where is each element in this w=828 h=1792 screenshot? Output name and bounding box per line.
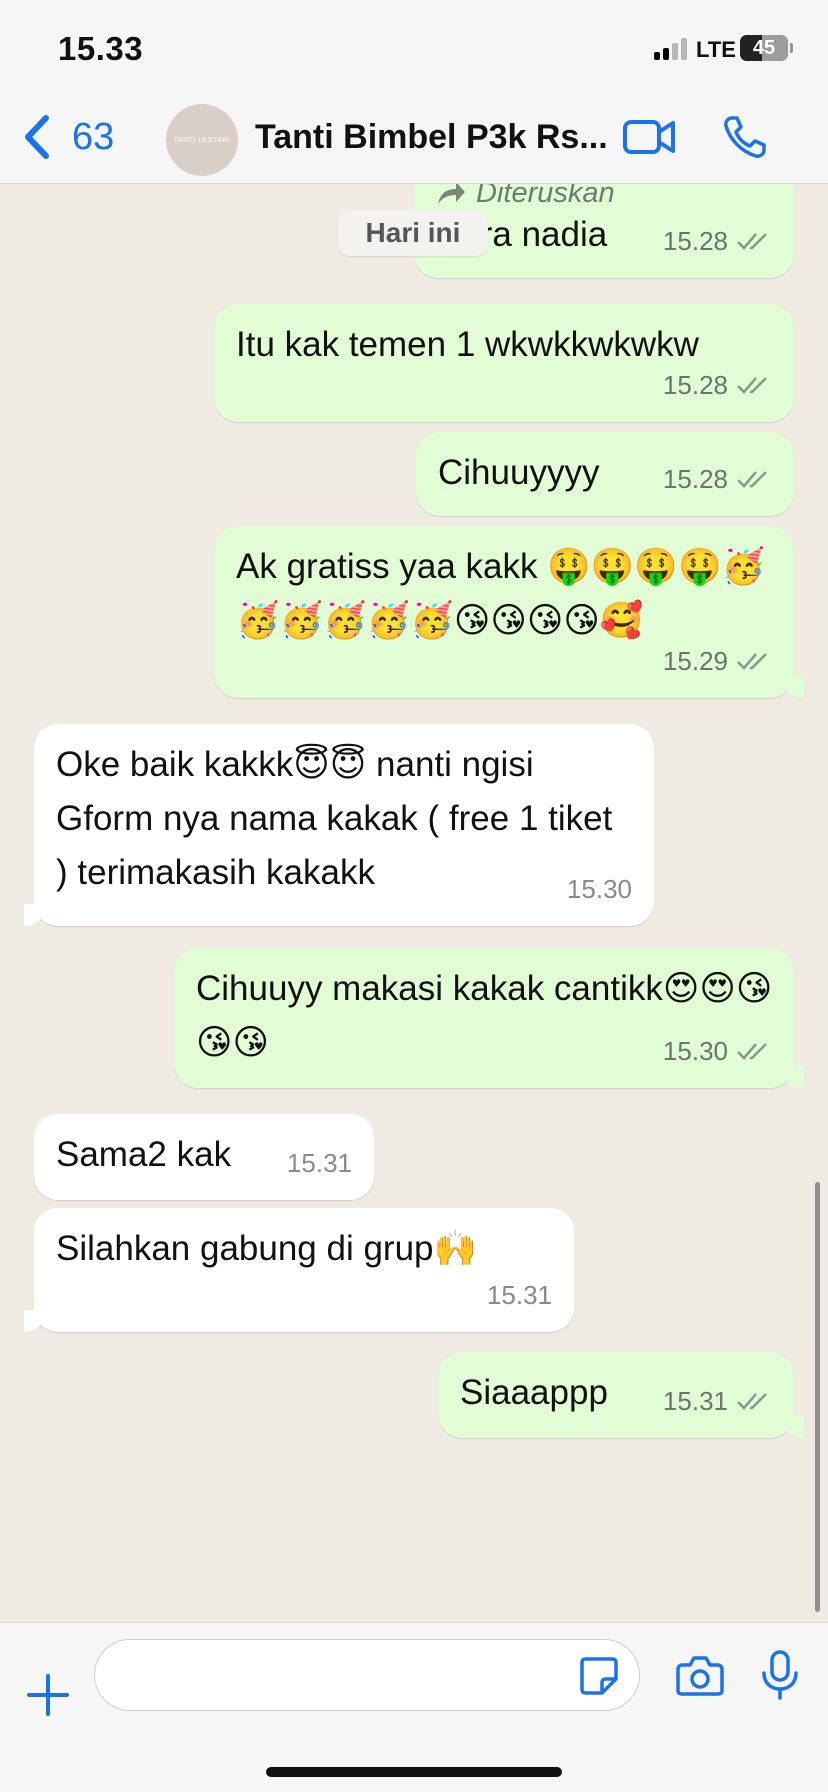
chat-messages[interactable]: Diteruskan Dera nadia 15.28 Hari ini Itu… (0, 184, 828, 1622)
video-call-icon[interactable] (622, 116, 676, 158)
forward-arrow-icon (438, 184, 465, 204)
read-ticks-icon (737, 1393, 767, 1410)
chat-header: 63 TANTI LESTARI Tanti Bimbel P3k Rs... (0, 94, 828, 184)
message-bubble-incoming[interactable]: Silahkan gabung di grup🙌 15.31 (24, 1208, 574, 1332)
plus-icon[interactable] (26, 1673, 70, 1717)
read-ticks-icon (737, 377, 767, 394)
message-bubble-outgoing[interactable]: Ak gratiss yaa kakk 🤑🤑🤑🤑🥳🥳🥳🥳🥳🥳😘😘😘😘🥰 15.2… (214, 526, 804, 698)
microphone-icon[interactable] (760, 1649, 800, 1701)
message-time: 15.30 (662, 1036, 728, 1066)
battery-level: 45 (752, 37, 776, 59)
message-text: Silahkan gabung di grup🙌 (56, 1229, 478, 1268)
camera-icon[interactable] (676, 1653, 724, 1697)
message-time: 15.31 (286, 1148, 352, 1178)
signal-strength-icon (654, 36, 690, 60)
message-meta: 15.28 (663, 358, 772, 412)
message-meta: 15.31 (287, 1136, 352, 1190)
message-meta: 15.31 (663, 1374, 772, 1428)
message-time: 15.30 (566, 874, 632, 904)
message-bubble-incoming[interactable]: Oke baik kakkk😇😇 nanti ngisi Gform nya n… (24, 724, 654, 926)
message-meta: 15.28 (663, 214, 772, 268)
message-time: 15.29 (662, 646, 728, 676)
back-button[interactable]: 63 (20, 112, 114, 162)
home-indicator[interactable] (266, 1767, 562, 1777)
date-chip: Hari ini (338, 210, 488, 256)
message-meta: 15.28 (663, 452, 772, 506)
message-time: 15.31 (662, 1386, 728, 1416)
network-type: LTE (696, 37, 736, 62)
message-bubble-outgoing[interactable]: Cihuuyyyy 15.28 (416, 432, 794, 516)
message-meta: 15.30 (567, 862, 632, 916)
avatar-text: TANTI LESTARI (173, 136, 231, 144)
chat-title[interactable]: Tanti Bimbel P3k Rs... (255, 118, 615, 157)
message-bubble-outgoing[interactable]: Siaaappp 15.31 (438, 1352, 804, 1438)
scrollbar[interactable] (815, 1182, 820, 1612)
read-ticks-icon (737, 233, 767, 250)
chevron-left-icon (25, 115, 49, 159)
input-bar (0, 1622, 828, 1792)
battery-icon: 45 (740, 35, 793, 61)
read-ticks-icon (737, 471, 767, 488)
message-time: 15.28 (662, 226, 728, 256)
message-meta: 15.29 (663, 634, 772, 688)
message-text: Oke baik kakkk😇😇 nanti ngisi Gform nya n… (56, 745, 613, 892)
message-input[interactable] (94, 1639, 640, 1711)
sticker-icon[interactable] (578, 1655, 620, 1697)
message-bubble-outgoing[interactable]: Cihuuyy makasi kakak cantikk😍😍😘😘😘 15.30 (174, 948, 804, 1088)
read-ticks-icon (737, 653, 767, 670)
message-time: 15.31 (486, 1280, 552, 1310)
message-time: 15.28 (662, 464, 728, 494)
message-meta: 15.30 (663, 1024, 772, 1078)
message-meta: 15.31 (487, 1268, 552, 1322)
status-time: 15.33 (58, 30, 144, 67)
message-time: 15.28 (662, 370, 728, 400)
status-bar: 15.33 LTE 45 (0, 0, 828, 94)
message-bubble-incoming[interactable]: Sama2 kak 15.31 (34, 1114, 374, 1200)
unread-count: 63 (72, 115, 115, 158)
phone-call-icon[interactable] (722, 114, 768, 160)
read-ticks-icon (737, 1043, 767, 1060)
message-bubble-outgoing[interactable]: Itu kak temen 1 wkwkkwkwkw 15.28 (214, 304, 794, 422)
avatar[interactable]: TANTI LESTARI (166, 104, 238, 176)
message-text: Ak gratiss yaa kakk 🤑🤑🤑🤑🥳🥳🥳🥳🥳🥳😘😘😘😘🥰 (236, 547, 766, 640)
